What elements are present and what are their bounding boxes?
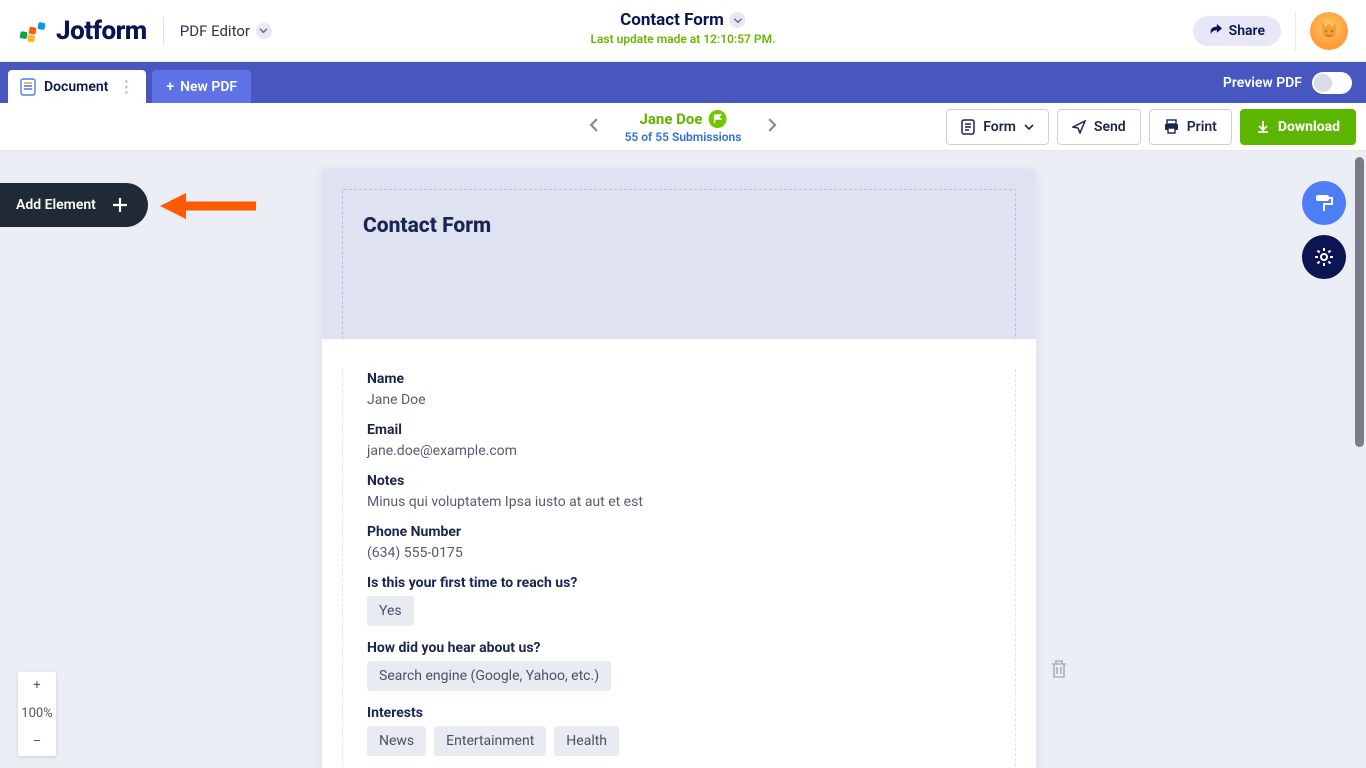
print-label: Print	[1187, 119, 1217, 135]
preview-toggle[interactable]	[1312, 72, 1352, 94]
form-dropdown-button[interactable]: Form	[946, 109, 1049, 145]
field-first-time[interactable]: Is this your first time to reach us? Yes	[367, 575, 991, 626]
field-value: Jane Doe	[367, 392, 991, 408]
chip: News	[367, 726, 426, 756]
field-interests[interactable]: Interests News Entertainment Health	[367, 705, 991, 756]
download-button[interactable]: Download	[1240, 109, 1356, 145]
zoom-in-button[interactable]: +	[18, 672, 56, 700]
scrollbar[interactable]	[1355, 157, 1364, 447]
flag-icon	[708, 110, 726, 128]
editor-canvas[interactable]: Add Element + 100% – Contact Form Name J…	[0, 151, 1366, 768]
prev-submission-button[interactable]	[583, 111, 607, 142]
pdf-page[interactable]: Contact Form Name Jane Doe Email jane.do…	[322, 169, 1036, 768]
field-notes[interactable]: Notes Minus qui voluptatem Ipsa iusto at…	[367, 473, 991, 510]
field-label: Notes	[367, 473, 991, 489]
action-buttons: Form Send Print Download	[946, 109, 1366, 145]
avatar-icon	[1316, 18, 1342, 44]
field-name[interactable]: Name Jane Doe	[367, 371, 991, 408]
next-submission-button[interactable]	[759, 111, 783, 142]
plus-icon: +	[166, 79, 174, 95]
share-icon	[1209, 24, 1223, 38]
delete-page-button[interactable]	[1050, 659, 1068, 683]
document-icon	[20, 78, 36, 96]
zoom-level: 100%	[18, 700, 56, 728]
chip: Entertainment	[434, 726, 546, 756]
user-avatar[interactable]	[1310, 12, 1348, 50]
mode-selector[interactable]: PDF Editor	[180, 22, 272, 40]
submitter-name: Jane Doe	[640, 110, 703, 128]
new-pdf-label: New PDF	[180, 79, 237, 95]
send-button[interactable]: Send	[1057, 109, 1141, 145]
field-phone[interactable]: Phone Number (634) 555-0175	[367, 524, 991, 561]
form-title-button[interactable]: Contact Form	[590, 10, 775, 30]
chevron-down-icon	[256, 23, 272, 39]
download-label: Download	[1278, 119, 1340, 135]
tab-label: Document	[44, 79, 108, 95]
last-update: Last update made at 12:10:57 PM.	[590, 32, 775, 46]
send-label: Send	[1094, 119, 1126, 135]
share-label: Share	[1229, 23, 1265, 39]
preview-label: Preview PDF	[1223, 75, 1302, 91]
logo-icon	[18, 17, 46, 45]
app-header: Jotform PDF Editor Contact Form Last upd…	[0, 0, 1366, 62]
document-title: Contact Form	[363, 214, 995, 238]
field-email[interactable]: Email jane.doe@example.com	[367, 422, 991, 459]
brand-name: Jotform	[56, 16, 147, 46]
divider	[1295, 11, 1296, 51]
chevron-down-icon	[1024, 122, 1034, 132]
tab-document[interactable]: Document ⋮	[8, 70, 146, 103]
settings-fab[interactable]	[1302, 235, 1346, 279]
header-right: Share	[1193, 11, 1348, 51]
chip: Health	[554, 726, 619, 756]
brand-logo[interactable]: Jotform	[18, 16, 147, 46]
form-label: Form	[983, 119, 1016, 135]
paint-roller-icon	[1313, 192, 1335, 214]
tutorial-arrow-icon	[160, 193, 256, 223]
form-title: Contact Form	[620, 10, 724, 30]
field-value: jane.doe@example.com	[367, 443, 991, 459]
chip: Search engine (Google, Yahoo, etc.)	[367, 661, 611, 691]
field-hear-about[interactable]: How did you hear about us? Search engine…	[367, 640, 991, 691]
divider	[163, 17, 164, 45]
print-button[interactable]: Print	[1149, 109, 1232, 145]
submission-nav: Jane Doe 55 of 55 Submissions	[583, 110, 784, 144]
field-label: Email	[367, 422, 991, 438]
field-label: Phone Number	[367, 524, 991, 540]
submission-count: 55 of 55 Submissions	[625, 130, 742, 144]
tab-bar: Document ⋮ + New PDF Preview PDF	[0, 62, 1366, 103]
field-label: How did you hear about us?	[367, 640, 991, 656]
plus-icon	[110, 195, 130, 215]
submission-info[interactable]: Jane Doe 55 of 55 Submissions	[625, 110, 742, 144]
download-icon	[1256, 120, 1270, 134]
page-body[interactable]: Name Jane Doe Email jane.doe@example.com…	[322, 339, 1036, 768]
chip: Yes	[367, 596, 414, 626]
field-value: Minus qui voluptatem Ipsa iusto at aut e…	[367, 494, 991, 510]
field-value: (634) 555-0175	[367, 545, 991, 561]
trash-icon	[1050, 659, 1068, 679]
chevron-down-icon	[730, 12, 746, 28]
zoom-control: + 100% –	[18, 672, 56, 756]
mode-label: PDF Editor	[180, 22, 250, 40]
gear-icon	[1314, 247, 1334, 267]
print-icon	[1164, 119, 1179, 134]
action-bar: Jane Doe 55 of 55 Submissions Form Send …	[0, 103, 1366, 151]
new-pdf-button[interactable]: + New PDF	[152, 70, 251, 103]
share-button[interactable]: Share	[1193, 16, 1281, 46]
header-center: Contact Form Last update made at 12:10:5…	[590, 10, 775, 46]
page-header-area[interactable]: Contact Form	[322, 169, 1036, 339]
tabbar-right: Preview PDF	[1223, 72, 1366, 94]
add-element-button[interactable]: Add Element	[0, 183, 148, 227]
add-element-label: Add Element	[16, 197, 96, 213]
paint-fab[interactable]	[1302, 181, 1346, 225]
field-label: Interests	[367, 705, 991, 721]
tab-menu-icon[interactable]: ⋮	[116, 84, 136, 90]
zoom-out-button[interactable]: –	[18, 728, 56, 756]
field-label: Is this your first time to reach us?	[367, 575, 991, 591]
send-icon	[1072, 120, 1086, 134]
field-label: Name	[367, 371, 991, 387]
form-icon	[961, 119, 975, 135]
